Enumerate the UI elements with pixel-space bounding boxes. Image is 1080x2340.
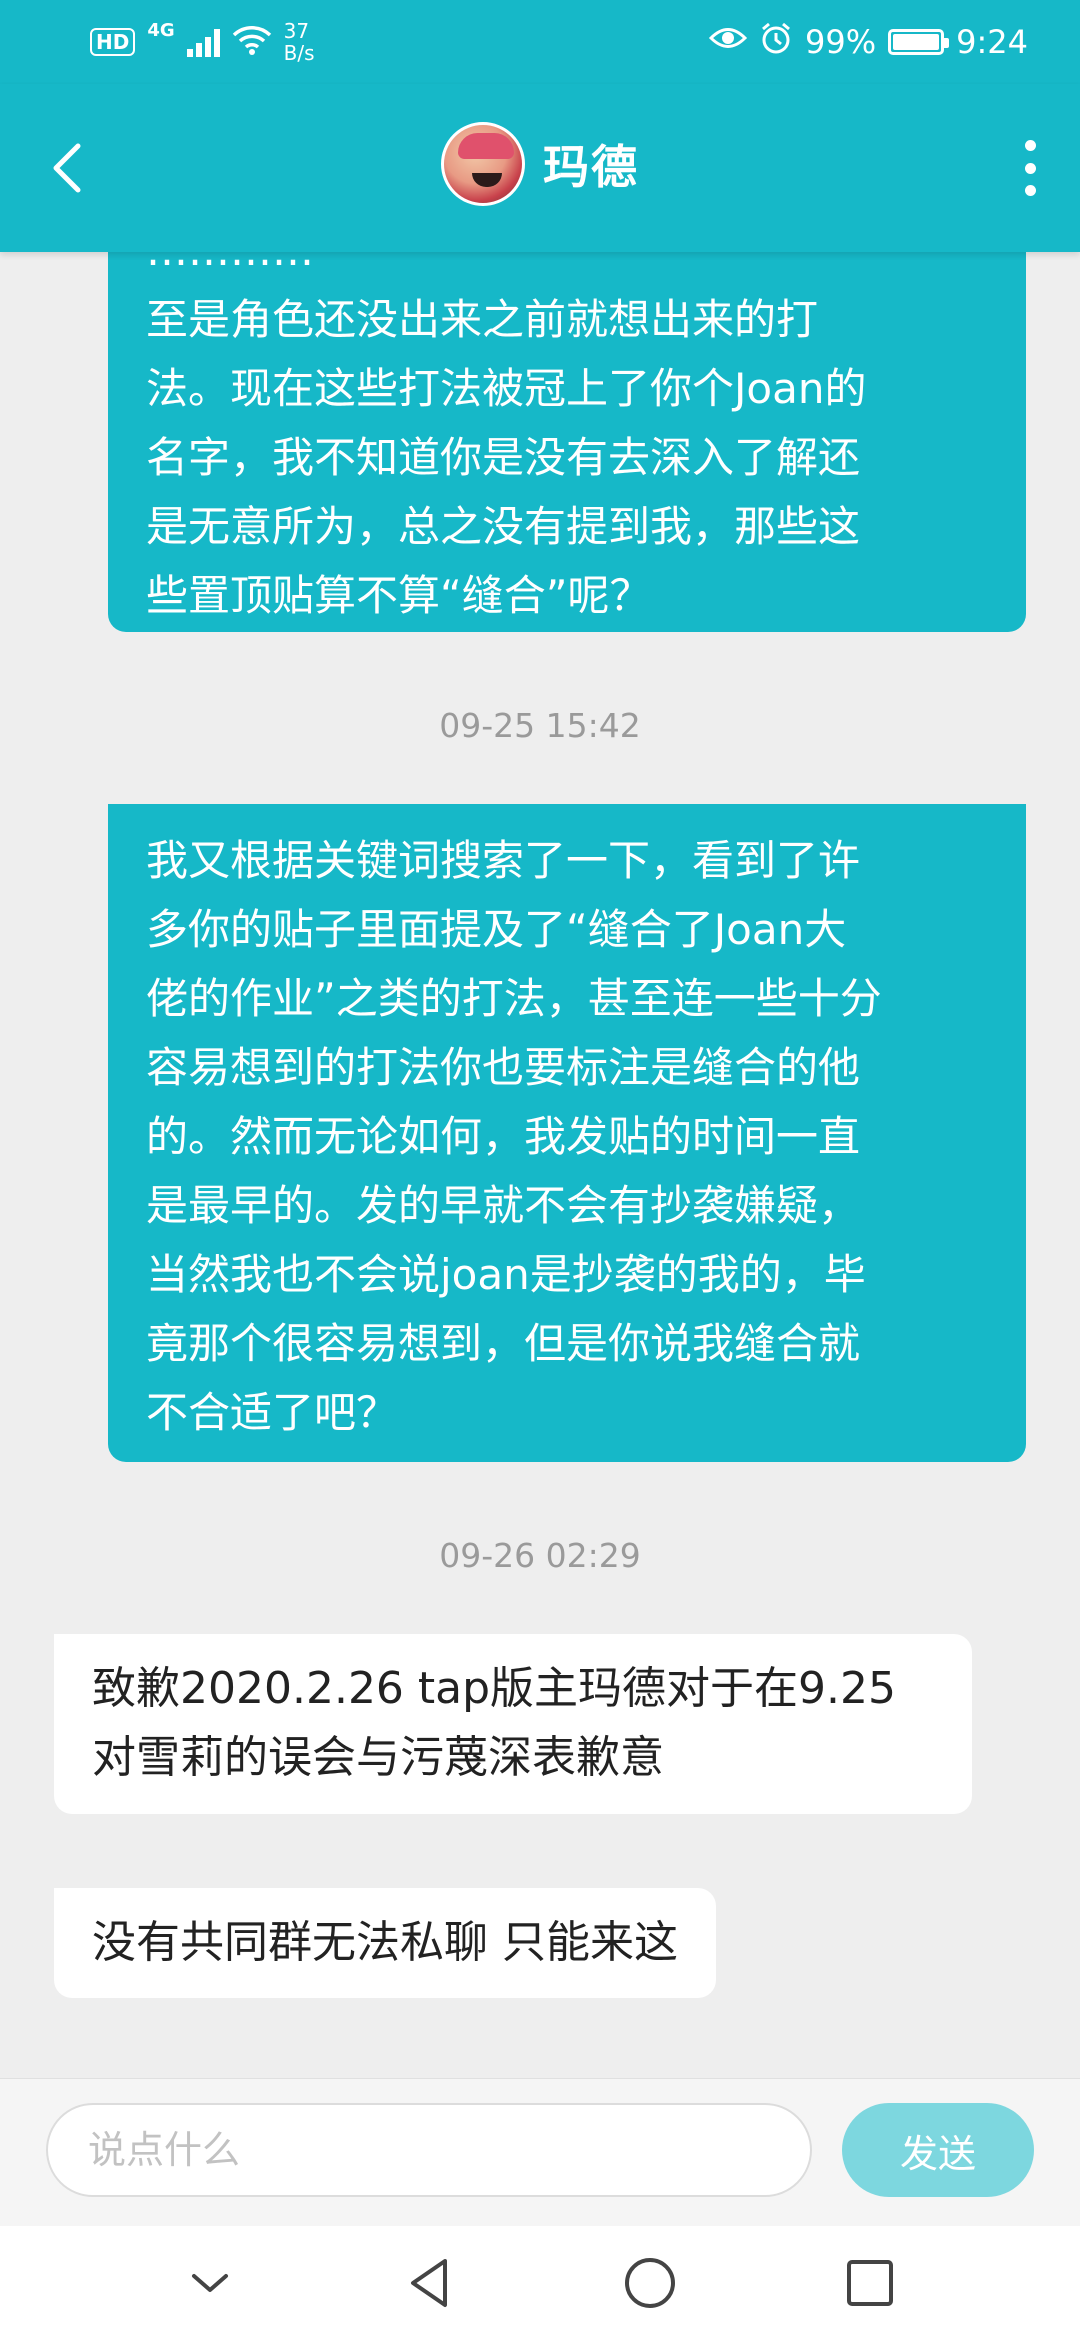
recents-square-icon — [847, 2260, 893, 2306]
eye-icon — [708, 23, 748, 61]
message-input[interactable] — [46, 2103, 812, 2197]
clock-time: 9:24 — [956, 23, 1028, 61]
alarm-icon — [759, 21, 793, 63]
received-message[interactable]: 没有共同群无法私聊 只能来这 — [54, 1888, 716, 1998]
hd-icon: HD — [90, 28, 136, 56]
message-timestamp: 09-26 02:29 — [439, 1536, 641, 1575]
network-type: 4G — [147, 19, 175, 41]
home-circle-icon — [625, 2258, 675, 2308]
more-vertical-icon-dot — [1024, 162, 1036, 174]
nav-recents-button[interactable] — [825, 2238, 915, 2328]
speed-value: 37 — [283, 19, 310, 43]
network-speed: 37 B/s — [284, 20, 315, 64]
back-triangle-icon — [411, 2259, 447, 2307]
avatar[interactable] — [441, 122, 525, 206]
status-left: HD 4G 37 B/s — [90, 20, 315, 64]
chat-title-area[interactable]: 玛德 — [0, 122, 1080, 206]
status-right: 99% 9:24 — [708, 21, 1028, 63]
sent-message[interactable]: ………… 至是角色还没出来之前就想出来的打 法。现在这些打法被冠上了你个Joan… — [108, 252, 1026, 632]
page-title: 玛德 — [543, 140, 639, 194]
nav-home-button[interactable] — [605, 2238, 695, 2328]
message-list[interactable]: ………… 至是角色还没出来之前就想出来的打 法。现在这些打法被冠上了你个Joan… — [0, 252, 1080, 2078]
input-bar: 发送 — [0, 2078, 1080, 2226]
signal-icon — [186, 27, 220, 57]
system-nav-bar — [0, 2226, 1080, 2340]
more-options-button[interactable] — [1018, 140, 1042, 196]
sent-message[interactable]: 我又根据关键词搜索了一下，看到了许 多你的贴子里面提及了“缝合了Joan大 佬的… — [108, 804, 1026, 1462]
nav-back-button[interactable] — [385, 2238, 475, 2328]
message-timestamp: 09-25 15:42 — [439, 706, 641, 745]
battery-icon — [888, 29, 950, 55]
chat-screen: HD 4G 37 B/s 99% 9:24 玛德 至是角色还没出来之前就想出来的… — [0, 0, 1080, 2340]
send-button[interactable]: 发送 — [842, 2103, 1034, 2197]
received-message[interactable]: 致歉2020.2.26 tap版主玛德对于在9.25 对雪莉的误会与污蔑深表歉意 — [54, 1634, 972, 1814]
status-bar: HD 4G 37 B/s 99% 9:24 — [0, 0, 1080, 84]
battery-fill — [893, 34, 939, 50]
wifi-icon — [232, 24, 272, 60]
more-vertical-icon-dot — [1024, 185, 1036, 196]
collapse-down-icon — [192, 2274, 228, 2292]
chat-header: 玛德 — [0, 84, 1080, 252]
speed-unit: B/s — [283, 41, 315, 65]
more-vertical-icon-dot — [1024, 140, 1036, 151]
collapse-button[interactable] — [165, 2238, 255, 2328]
battery-percent: 99% — [805, 23, 877, 61]
